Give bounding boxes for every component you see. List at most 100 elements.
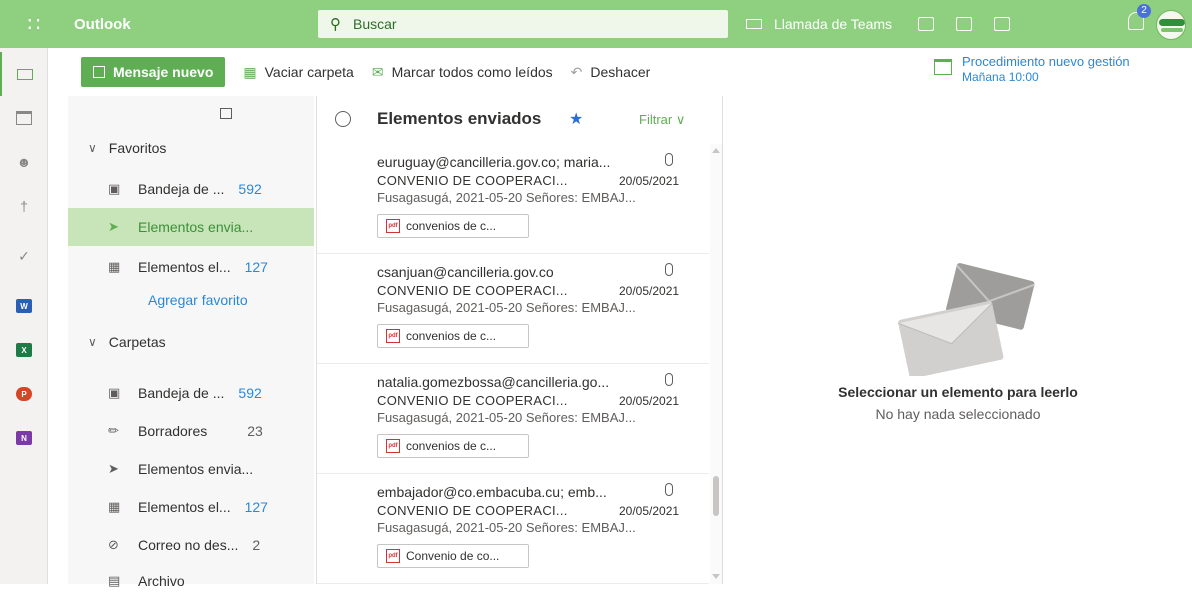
powerpoint-app[interactable]: P	[0, 372, 48, 416]
mail-icon	[17, 68, 33, 80]
empty-folder-label: Vaciar carpeta	[264, 64, 354, 80]
scroll-up-icon[interactable]	[712, 148, 720, 153]
powerpoint-icon: P	[16, 387, 32, 401]
folders-group[interactable]: ∨ Carpetas	[68, 326, 314, 358]
favorites-group[interactable]: ∨ Favoritos	[68, 132, 314, 164]
folder-deleted-items[interactable]: ▦ Elementos el... 127	[68, 488, 314, 526]
calendar-icon	[16, 111, 32, 125]
attachment-chip[interactable]: pdf convenios de c...	[377, 324, 529, 348]
chat-icon[interactable]	[918, 17, 935, 31]
search-box[interactable]: ⚲ Buscar	[318, 10, 728, 38]
folder-label: Bandeja de ...	[138, 181, 225, 197]
people-app[interactable]: ☻	[0, 140, 48, 184]
reminder-title: Procedimiento nuevo gestión	[962, 54, 1130, 69]
undo-button[interactable]: ↶ Deshacer	[571, 64, 651, 81]
pdf-icon: pdf	[386, 219, 400, 233]
message-subject: CONVENIO DE COOPERACI...	[377, 283, 568, 298]
paperclip-icon	[665, 483, 673, 496]
word-app[interactable]: W	[0, 284, 48, 328]
folder-title: Elementos enviados	[377, 109, 542, 128]
list-item[interactable]: natalia.gomezbossa@cancilleria.go... CON…	[317, 364, 709, 474]
folder-sent-items[interactable]: ➤ Elementos envia...	[68, 450, 314, 488]
list-scrollbar[interactable]	[710, 144, 722, 584]
attachment-chip[interactable]: pdf convenios de c...	[377, 214, 529, 238]
reading-pane: Seleccionar un elemento para leerlo No h…	[724, 96, 1192, 584]
attachment-chip[interactable]: pdf convenios de c...	[377, 434, 529, 458]
list-item[interactable]: embajador@co.embacuba.cu; emb... CONVENI…	[317, 474, 709, 584]
item-count: 2	[252, 537, 261, 553]
folder-label: Bandeja de ...	[138, 385, 225, 401]
folder-label: Elementos envia...	[138, 219, 254, 235]
avatar[interactable]	[1156, 10, 1186, 40]
filter-button[interactable]: Filtrar ∨	[639, 112, 685, 128]
todo-app[interactable]: ✓	[0, 234, 48, 278]
mark-all-read-label: Marcar todos como leídos	[391, 64, 553, 80]
message-recipients: csanjuan@cancilleria.gov.co	[377, 264, 554, 280]
calendar-icon	[934, 59, 952, 75]
folder-inbox[interactable]: ▣ Bandeja de ... 592	[68, 374, 314, 412]
reminder[interactable]: Procedimiento nuevo gestión Mañana 10:00	[934, 54, 1130, 84]
files-app[interactable]: †	[0, 184, 48, 228]
folders-label: Carpetas	[108, 334, 166, 350]
folder-drafts[interactable]: ✏ Borradores 23	[68, 412, 314, 450]
favorite-sent-items[interactable]: ➤ Elementos envia...	[68, 208, 314, 246]
select-all-checkbox[interactable]	[335, 111, 351, 127]
mark-all-read-button[interactable]: ✉ Marcar todos como leídos	[372, 64, 553, 81]
message-date: 20/05/2021	[619, 394, 680, 408]
favorite-deleted-items[interactable]: ▦ Elementos el... 127	[68, 248, 314, 286]
attachment-name: Convenio de co...	[406, 549, 500, 563]
message-list: Elementos enviados ★ Filtrar ∨ euruguay@…	[316, 96, 723, 584]
attachment-chip[interactable]: pdf Convenio de co...	[377, 544, 529, 568]
empty-folder-button[interactable]: ▦ Vaciar carpeta	[243, 64, 353, 81]
app-name[interactable]: Outlook	[68, 16, 314, 33]
excel-app[interactable]: X	[0, 328, 48, 372]
new-message-button[interactable]: Mensaje nuevo	[81, 57, 226, 87]
app-rail: ☻ † ✓ W X P N	[0, 48, 48, 584]
favorite-inbox[interactable]: ▣ Bandeja de ... 592	[68, 170, 314, 208]
message-preview: Fusagasugá, 2021-05-20 Señores: EMBAJ...	[377, 300, 636, 315]
teams-call-button[interactable]: Llamada de Teams	[774, 16, 892, 32]
app-launcher-icon[interactable]: ∷	[0, 0, 68, 48]
message-date: 20/05/2021	[619, 504, 680, 518]
unread-count: 127	[244, 259, 268, 275]
list-item[interactable]: euruguay@cancilleria.gov.co; maria... CO…	[317, 144, 709, 254]
message-subject: CONVENIO DE COOPERACI...	[377, 503, 568, 518]
folder-label: Elementos el...	[138, 259, 231, 275]
undo-label: Deshacer	[590, 64, 651, 80]
checkmark-icon: ✓	[18, 247, 30, 264]
onenote-app[interactable]: N	[0, 416, 48, 460]
pencil-icon: ✏	[108, 423, 119, 438]
people-icon: ☻	[16, 154, 32, 170]
message-subject: CONVENIO DE COOPERACI...	[377, 393, 568, 408]
attachment-name: convenios de c...	[406, 329, 497, 343]
message-recipients: euruguay@cancilleria.gov.co; maria...	[377, 154, 611, 170]
teams-call-icon	[746, 19, 762, 29]
folder-junk[interactable]: ⊘ Correo no des... 2	[68, 526, 314, 564]
folder-archive[interactable]: ▤ Archivo	[68, 562, 314, 600]
pdf-icon: pdf	[386, 549, 400, 563]
item-count: 23	[247, 423, 263, 439]
undo-icon: ↶	[570, 63, 583, 80]
trash-icon: ▦	[243, 63, 257, 80]
collapse-pane-icon[interactable]	[220, 108, 232, 119]
paperclip-icon	[665, 263, 673, 276]
folder-label: Correo no des...	[138, 537, 239, 553]
command-bar: Mensaje nuevo ▦ Vaciar carpeta ✉ Marcar …	[48, 48, 1192, 96]
empty-state-title: Seleccionar un elemento para leerlo	[838, 384, 1078, 400]
add-favorite-link[interactable]: Agregar favorito	[148, 292, 248, 308]
list-header: Elementos enviados ★ Filtrar ∨	[317, 96, 723, 144]
list-item[interactable]: csanjuan@cancilleria.gov.co CONVENIO DE …	[317, 254, 709, 364]
calendar-app[interactable]	[0, 96, 48, 140]
paperclip-icon	[665, 153, 673, 166]
scroll-down-icon[interactable]	[712, 574, 720, 579]
scroll-thumb[interactable]	[713, 476, 719, 516]
paperclip-icon	[665, 373, 673, 386]
folder-label: Elementos envia...	[138, 461, 254, 477]
mail-app[interactable]	[0, 52, 48, 96]
empty-state-subtitle: No hay nada seleccionado	[875, 406, 1041, 422]
message-preview: Fusagasugá, 2021-05-20 Señores: EMBAJ...	[377, 410, 636, 425]
send-icon: ➤	[108, 461, 119, 476]
to-do-icon[interactable]	[994, 17, 1011, 31]
onenote-feed-icon[interactable]	[956, 17, 973, 31]
star-icon[interactable]: ★	[569, 109, 583, 129]
